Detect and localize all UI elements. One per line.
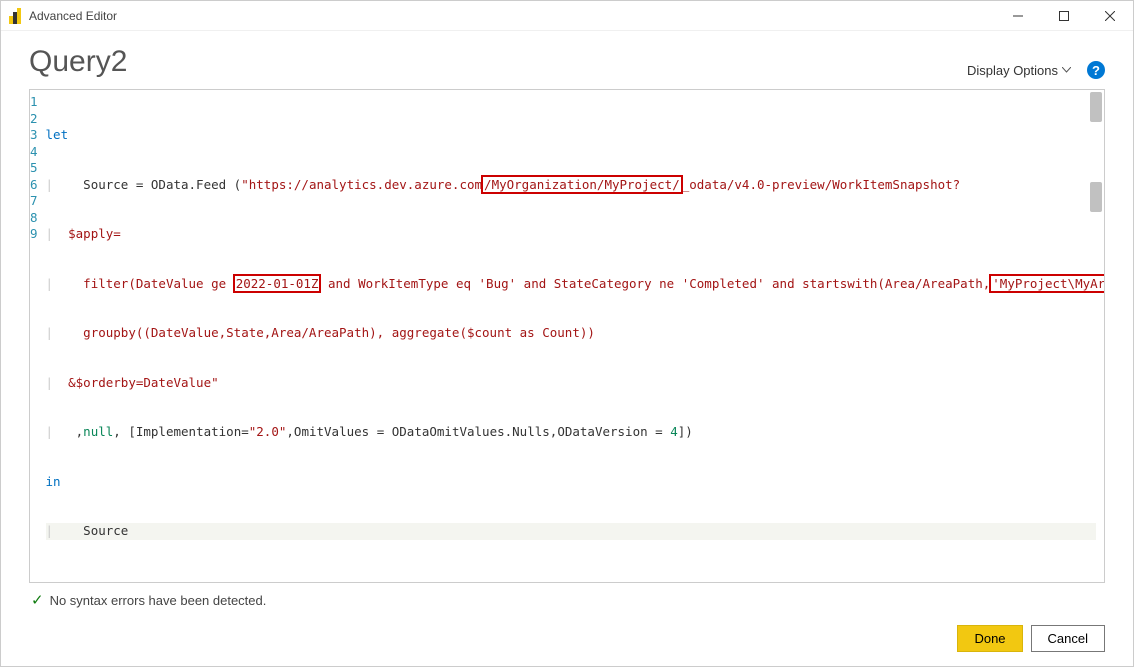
done-button[interactable]: Done [957, 625, 1022, 652]
help-icon[interactable]: ? [1087, 61, 1105, 79]
date-highlight: 2022-01-01Z [233, 274, 322, 293]
header-row: Query2 Display Options ? [29, 45, 1105, 79]
code-editor[interactable]: 1 2 3 4 5 6 7 8 9 let | Source = OData.F… [29, 89, 1105, 583]
footer-buttons: Done Cancel [29, 619, 1105, 652]
check-icon: ✓ [31, 591, 44, 609]
window-title: Advanced Editor [29, 9, 117, 23]
url-org-project-highlight: /MyOrganization/MyProject/ [481, 175, 683, 194]
cancel-button[interactable]: Cancel [1031, 625, 1105, 652]
display-options-label: Display Options [967, 63, 1058, 78]
display-options-dropdown[interactable]: Display Options [967, 63, 1071, 78]
maximize-button[interactable] [1041, 1, 1087, 31]
minimize-button[interactable] [995, 1, 1041, 31]
window-controls [995, 1, 1133, 31]
status-text: No syntax errors have been detected. [50, 593, 267, 608]
close-button[interactable] [1087, 1, 1133, 31]
app-icon [9, 8, 21, 24]
code-content[interactable]: let | Source = OData.Feed ("https://anal… [46, 90, 1105, 582]
editor-scrollbar[interactable] [1088, 92, 1102, 580]
page-title: Query2 [29, 45, 127, 79]
syntax-status: ✓ No syntax errors have been detected. [29, 583, 1105, 619]
chevron-down-icon [1062, 67, 1071, 73]
title-bar: Advanced Editor [1, 1, 1133, 31]
line-number-gutter: 1 2 3 4 5 6 7 8 9 [30, 90, 46, 582]
